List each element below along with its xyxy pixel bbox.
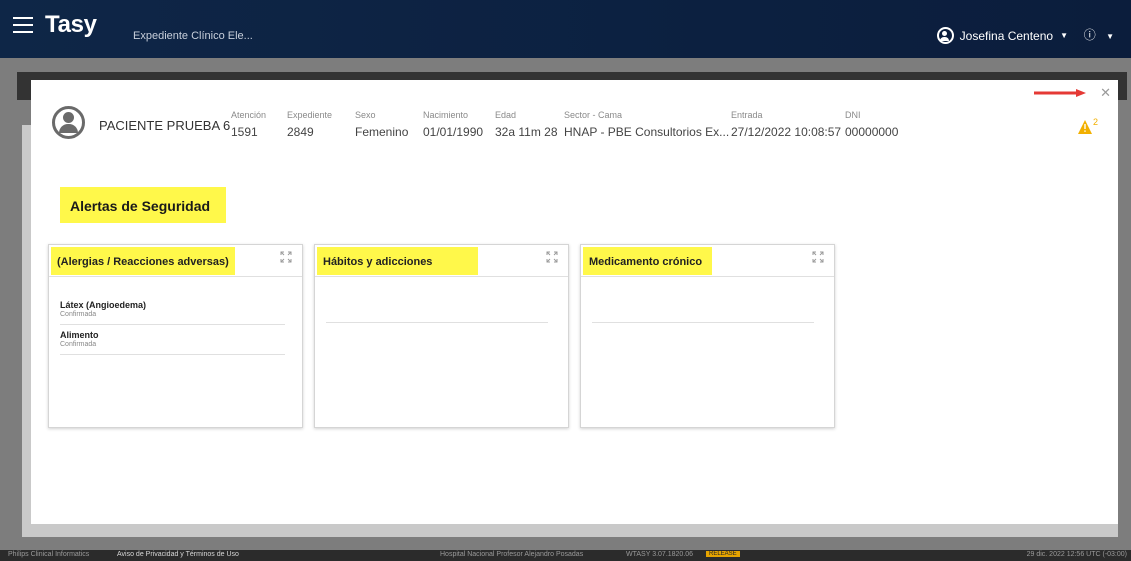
user-avatar-icon — [936, 27, 954, 44]
card-header: (Alergias / Reacciones adversas) — [49, 245, 302, 277]
warning-icon[interactable]: 2 — [1077, 116, 1101, 140]
user-name: Josefina Centeno — [959, 28, 1054, 43]
field-sexo: Sexo Femenino — [355, 110, 409, 139]
footer: Philips Clinical Informatics Aviso de Pr… — [0, 550, 1131, 561]
app-title: Tasy — [45, 11, 97, 38]
card-header: Medicamento crónico — [581, 245, 834, 277]
card-title: Medicamento crónico — [583, 247, 713, 275]
footer-company: Philips Clinical Informatics — [8, 551, 90, 558]
card-allergies: (Alergias / Reacciones adversas) Látex (… — [48, 244, 303, 428]
warning-count: 2 — [1093, 117, 1098, 127]
divider — [592, 322, 814, 323]
card-chronic-medication: Medicamento crónico — [580, 244, 835, 428]
red-arrow-annotation — [1034, 89, 1086, 97]
app-subtitle[interactable]: Expediente Clínico Ele... — [133, 30, 253, 42]
footer-hospital: Hospital Nacional Profesor Alejandro Pos… — [440, 551, 584, 558]
field-atencion: Atención 1591 — [231, 110, 267, 139]
footer-datetime: 29 dic. 2022 12:56 UTC (-03:00) — [1026, 551, 1127, 558]
field-sector-cama: Sector - Cama HNAP - PBE Consultorios Ex.… — [564, 110, 730, 139]
alerts-title: Alertas de Seguridad — [60, 187, 226, 223]
patient-name: PACIENTE PRUEBA 6 — [99, 118, 231, 133]
field-dni: DNI 00000000 — [845, 110, 899, 139]
field-nacimiento: Nacimiento 01/01/1990 — [423, 110, 484, 139]
footer-version: WTASY 3.07.1820.06 — [626, 551, 694, 558]
expand-icon[interactable] — [280, 251, 292, 263]
info-menu[interactable]: ⓘ ▼ — [1084, 26, 1114, 43]
field-entrada: Entrada 27/12/2022 10:08:57 — [731, 110, 842, 139]
info-icon: ⓘ — [1083, 28, 1096, 42]
list-item[interactable]: Alimento Confirmada — [60, 325, 285, 355]
card-title: Hábitos y adicciones — [317, 247, 479, 275]
release-badge: RELEASE — [706, 551, 740, 557]
expand-icon[interactable] — [546, 251, 558, 263]
privacy-link[interactable]: Aviso de Privacidad y Términos de Uso — [117, 551, 239, 558]
list-item[interactable]: Látex (Angioedema) Confirmada — [60, 295, 285, 325]
card-header: Hábitos y adicciones — [315, 245, 568, 277]
card-title: (Alergias / Reacciones adversas) — [51, 247, 235, 275]
close-icon[interactable]: ✕ — [1100, 85, 1111, 101]
user-menu[interactable]: Josefina Centeno ▼ — [936, 27, 1068, 44]
expand-icon[interactable] — [812, 251, 824, 263]
card-habits: Hábitos y adicciones — [314, 244, 569, 428]
chevron-down-icon: ▼ — [1060, 31, 1068, 40]
top-bar: Tasy Expediente Clínico Ele... Josefina … — [0, 0, 1131, 58]
divider — [326, 322, 548, 323]
patient-avatar-icon — [52, 106, 85, 139]
hamburger-menu-icon[interactable] — [13, 17, 33, 33]
field-edad: Edad 32a 11m 28 — [495, 110, 558, 139]
field-expediente: Expediente 2849 — [287, 110, 333, 139]
chevron-down-icon: ▼ — [1106, 32, 1114, 41]
security-alerts-modal: ✕ PACIENTE PRUEBA 6 Atención 1591 Expedie… — [31, 80, 1118, 524]
